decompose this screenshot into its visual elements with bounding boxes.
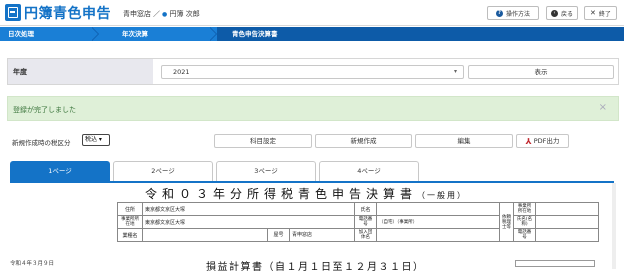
breadcrumb-daily[interactable]: 日次処理	[8, 27, 34, 41]
close-alert-icon[interactable]: ×	[599, 102, 607, 113]
back-button[interactable]: ‹ 戻る	[546, 6, 578, 20]
exit-button[interactable]: ✕ 終了	[584, 6, 617, 20]
app-logo-icon	[5, 4, 21, 21]
req-phone-label: 電話番号	[513, 228, 537, 242]
address-label: 住所	[117, 202, 143, 216]
year-panel: 年度 2021 ▾ 表示	[7, 58, 619, 85]
breadcrumb-active-bg	[217, 27, 624, 41]
edit-button[interactable]: 編集	[415, 134, 513, 148]
alert-message: 登録が完了しました	[13, 106, 76, 114]
user-separator: ／	[153, 10, 160, 18]
year-select[interactable]: 2021 ▾	[161, 65, 464, 79]
member-label: 加入団体名	[354, 228, 377, 242]
taxpayer-info-table: 住所 東京都文京区大塚 氏名 依頼税理士等 事業所所在地 事業所所在地 東京都文…	[117, 202, 600, 242]
help-button[interactable]: ? 操作方法	[487, 6, 539, 20]
business-type-label: 業種名	[117, 228, 143, 242]
shop-label: 屋号	[267, 229, 289, 241]
breadcrumb-blue-return: 青色申告決算書	[232, 30, 278, 38]
breadcrumb-annual[interactable]: 年次決算	[122, 27, 148, 41]
user-icon: ●	[162, 11, 168, 18]
phone-label: 電話番号	[354, 215, 377, 229]
user-name: 円簿 次郎	[169, 10, 200, 18]
document-preview: 令和０３年分所得税青色申告決算書（一般用） 住所 東京都文京区大塚 氏名 依頼税…	[10, 183, 614, 273]
office-address-label: 事業所所在地	[117, 215, 143, 229]
tab-page-4[interactable]: 4ページ	[319, 161, 419, 181]
help-icon: ?	[495, 9, 503, 17]
tab-page-2[interactable]: 2ページ	[113, 161, 213, 181]
phone-note: （自宅）（事業所）	[375, 215, 501, 229]
req-office-label: 事業所所在地	[513, 202, 537, 216]
account-settings-button[interactable]: 科目設定	[214, 134, 312, 148]
address-value: 東京都文京区大塚	[142, 202, 355, 216]
shop-value: 青申窓店	[289, 229, 354, 241]
year-label: 年度	[13, 68, 27, 76]
pdf-icon: ⅄	[525, 137, 532, 146]
office-address-value: 東京都文京区大塚	[142, 215, 355, 229]
store-name: 青申窓店	[123, 10, 151, 18]
app-header: 円簿青色申告 青申窓店／ ● 円簿 次郎 ? 操作方法 ‹ 戻る ✕ 終了	[0, 0, 624, 26]
document-scrollbar[interactable]	[612, 183, 616, 269]
document-date: 令和４年３月９日	[10, 261, 55, 267]
tax-category-select[interactable]: 税込 ▾	[82, 134, 110, 146]
document-subtitle: （一般用）	[417, 191, 467, 200]
income-statement-title: 損益計算書（自１月１日至１２月３１日）	[206, 262, 425, 273]
req-name-label: 氏名(名称)	[513, 215, 537, 229]
pdf-export-button[interactable]: ⅄ PDF出力	[516, 134, 569, 148]
tab-page-1[interactable]: 1ページ	[10, 161, 110, 181]
back-arrow-icon: ‹	[550, 9, 558, 17]
tab-page-3[interactable]: 3ページ	[216, 161, 316, 181]
tax-category-label: 新規作成時の税区分	[12, 139, 71, 147]
breadcrumb: 日次処理 年次決算 青色申告決算書	[0, 27, 624, 41]
income-statement-box	[515, 260, 595, 267]
close-icon: ✕	[590, 9, 596, 17]
success-alert: 登録が完了しました ×	[7, 96, 619, 121]
name-label: 氏名	[354, 202, 377, 216]
app-title: 円簿青色申告	[24, 6, 111, 22]
chevron-down-icon: ▾	[453, 68, 457, 75]
requester-label: 依頼税理士等	[499, 202, 515, 242]
new-button[interactable]: 新規作成	[315, 134, 412, 148]
document-title: 令和０３年分所得税青色申告決算書（一般用）	[144, 187, 467, 201]
name-value	[375, 202, 501, 216]
user-info: 青申窓店／ ● 円簿 次郎	[123, 9, 200, 19]
show-button[interactable]: 表示	[468, 65, 614, 79]
